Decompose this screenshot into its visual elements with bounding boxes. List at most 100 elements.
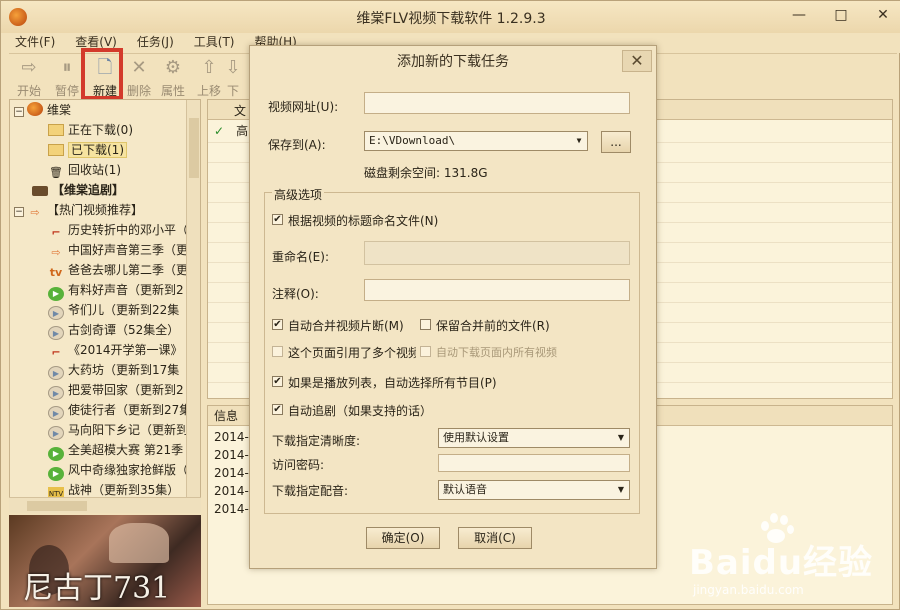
baidu-watermark: Baidu经验 jingyan.baidu.com [689,511,889,601]
auto-merge-checkbox[interactable]: ✔ [272,319,283,330]
video-item[interactable]: ▶ 马向阳下乡记（更新到 [48,420,188,440]
audio-value: 默认语音 [443,483,487,496]
playlist-checkbox[interactable]: ✔ [272,376,283,387]
collapse-icon[interactable]: − [14,207,24,217]
auto-merge-label: 自动合并视频片断(M) [288,319,404,333]
browse-button[interactable]: ... [601,131,631,153]
move-down-button[interactable]: ⇩ 下 [223,54,243,100]
task-row[interactable]: ✓ 高 [214,122,248,139]
cancel-button[interactable]: 取消(C) [458,527,532,549]
sidebar-item-label: 回收站(1) [68,163,121,177]
collapse-icon[interactable]: − [14,107,24,117]
sidebar-item-recycle[interactable]: 🗑 回收站(1) [48,160,121,180]
url-label: 视频网址(U): [268,100,339,114]
scrollbar-thumb[interactable] [189,118,199,178]
properties-icon: ⚙ [164,57,182,78]
password-label: 访问密码: [272,458,325,472]
minimize-button[interactable]: — [787,5,811,25]
note-input[interactable] [364,279,630,301]
ok-button[interactable]: 确定(O) [366,527,440,549]
tree-root[interactable]: − 维棠 [14,100,71,120]
video-item-label: 古剑奇谭（52集全） [68,323,180,337]
start-button[interactable]: ⇨ 开始 [9,54,49,100]
auto-download-all-checkbox[interactable] [420,346,431,357]
keep-before-merge-checkbox[interactable] [420,319,431,330]
sidebar-item-downloading[interactable]: 正在下载(0) [48,120,133,140]
video-item[interactable]: ⇨ 中国好声音第三季（更 [48,240,188,260]
video-item-label: 风中奇缘独家抢鲜版（ [68,463,189,477]
video-item[interactable]: ▶ 全美超模大赛 第21季 [48,440,183,461]
video-item-label: 大药坊（更新到17集 [68,363,180,377]
start-label: 开始 [16,84,41,98]
video-item[interactable]: ⌐ 历史转折中的邓小平（ [48,220,188,240]
menu-file[interactable]: 文件(F) [15,33,55,53]
auto-download-all-label: 自动下载页面内所有视频 [436,346,557,359]
rename-input[interactable] [364,241,630,265]
video-item-label: 使徒行者（更新到27集 [68,403,192,417]
properties-button[interactable]: ⚙ 属性 [153,54,193,100]
keep-before-merge-label: 保留合并前的文件(R) [436,319,550,333]
sidebar-horizontal-scrollbar[interactable] [9,497,201,513]
video-item[interactable]: ▶ 有料好声音（更新到2 [48,280,184,301]
maximize-button[interactable]: □ [829,5,853,25]
quality-label: 下载指定清晰度: [272,434,361,448]
auto-follow-checkbox[interactable]: ✔ [272,404,283,415]
sidebar-scrollbar[interactable] [186,100,200,512]
video-item[interactable]: ⌐ 《2014开学第一课》 [48,340,183,360]
video-item[interactable]: ▶ 把爱带回家（更新到2 [48,380,184,400]
video-item[interactable]: ▶ 爷们儿（更新到22集 [48,300,179,320]
video-item[interactable]: tv 爸爸去哪儿第二季（更 [48,260,188,280]
password-input[interactable] [438,454,630,472]
dialog-close-button[interactable]: ✕ [622,50,652,72]
close-button[interactable]: ✕ [871,5,895,25]
play-icon: ▶ [48,326,64,340]
app-window: 维棠FLV视频下载软件 1.2.9.3 — □ ✕ 文件(F) 查看(V) 任务… [0,0,900,610]
video-item[interactable]: ▶ 古剑奇谭（52集全） [48,320,179,340]
name-by-title-label: 根据视频的标题命名文件(N) [288,214,439,228]
menu-tools[interactable]: 工具(T) [194,33,235,53]
sidebar-tree: − 维棠 正在下载(0) 已下载(1) 🗑 回收站(1) 【维棠追剧】 − ⇨ 【热门视… [9,99,201,513]
red-mark-icon: ⌐ [51,346,61,359]
new-button-highlight [81,48,123,100]
chevron-down-icon: ▼ [617,433,625,442]
sidebar-item-drama[interactable]: 【维棠追剧】 [32,180,124,200]
quality-select[interactable]: 使用默认设置 ▼ [438,428,630,448]
sidebar-item-label: 正在下载(0) [68,123,133,137]
sidebar-item-hot[interactable]: − ⇨ 【热门视频推荐】 [14,200,143,220]
video-item-label: 《2014开学第一课》 [68,343,183,357]
save-path-value: E:\VDownload\ [369,134,456,147]
play-icon: ▶ [48,426,64,440]
info-row: 2014- [214,466,249,480]
play-icon: ▶ [48,306,64,320]
move-down-label: 下 [226,84,239,98]
chevron-down-icon: ▼ [576,136,582,145]
info-row: 2014- [214,430,249,444]
window-title: 维棠FLV视频下载软件 1.2.9.3 [356,11,546,27]
video-item[interactable]: ▶ 大药坊（更新到17集 [48,360,179,380]
dialog-title: 添加新的下载任务 [397,54,509,70]
app-logo-icon [27,102,43,116]
watermark-brand: Baidu经验 [689,543,874,583]
audio-label: 下载指定配音: [272,484,349,498]
auto-follow-label: 自动追剧（如果支持的话） [288,404,433,418]
video-item[interactable]: ▶ 风中奇缘独家抢鲜版（ [48,460,189,481]
url-input[interactable] [364,92,630,114]
name-by-title-checkbox[interactable]: ✔ [272,214,283,225]
column-file[interactable]: 文 [234,102,246,119]
sidebar-item-downloaded[interactable]: 已下载(1) [48,140,127,160]
green-play-icon: ▶ [48,447,64,461]
title-bar: 维棠FLV视频下载软件 1.2.9.3 — □ ✕ [1,1,900,33]
rename-label: 重命名(E): [272,250,329,264]
audio-select[interactable]: 默认语音 ▼ [438,480,630,500]
green-play-icon: ▶ [48,467,64,481]
playlist-label: 如果是播放列表，自动选择所有节目(P) [288,376,497,390]
video-item-label: 战神（更新到35集） [68,483,180,497]
save-path-select[interactable]: E:\VDownload\ ▼ [364,131,588,151]
multi-video-label: 这个页面引用了多个视频 [288,346,416,360]
menu-task[interactable]: 任务(J) [137,33,174,53]
multi-video-checkbox[interactable] [272,346,283,357]
video-item-label: 历史转折中的邓小平（ [68,223,189,237]
video-item[interactable]: ▶ 使徒行者（更新到27集 [48,400,191,420]
scrollbar-thumb[interactable] [27,501,87,511]
check-icon: ✓ [214,124,225,138]
